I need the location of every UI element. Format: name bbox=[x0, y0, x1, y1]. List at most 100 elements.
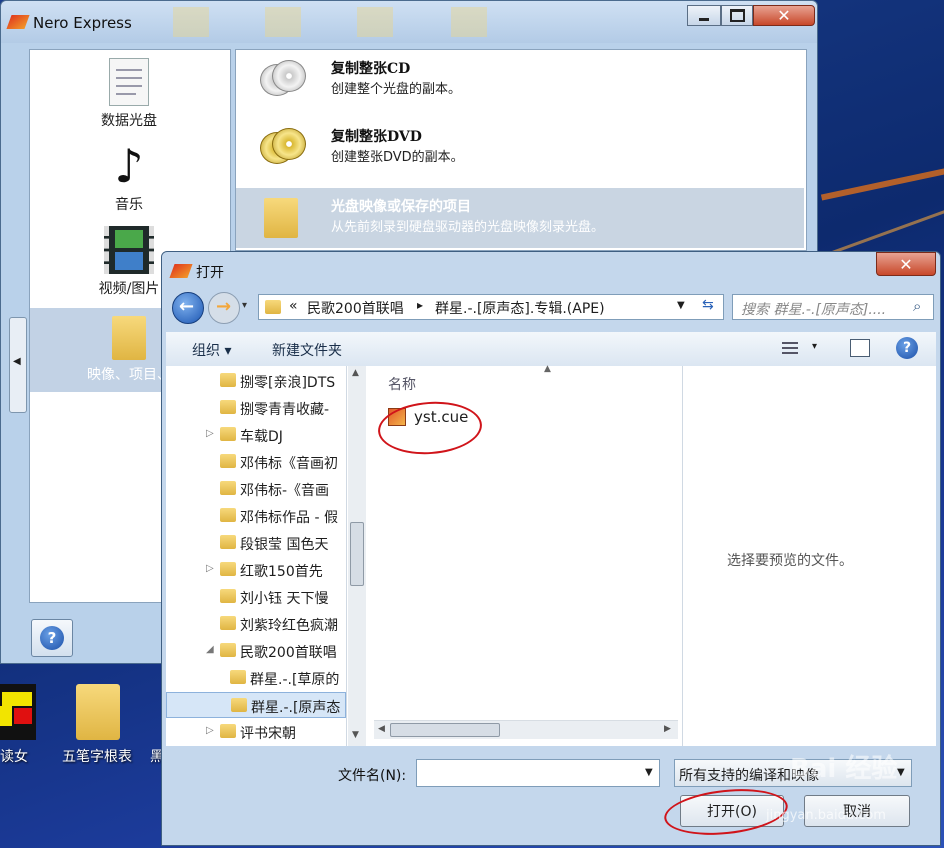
folder-icon bbox=[220, 508, 236, 522]
baidu-watermark: Bai 经验 bbox=[790, 754, 898, 784]
panel-scroll-button[interactable]: ◀ bbox=[9, 317, 27, 413]
folder-icon bbox=[220, 643, 236, 657]
tree-item-label: 捌零[亲浪]DTS bbox=[240, 375, 336, 391]
help-button[interactable]: ? bbox=[31, 619, 73, 657]
nero-logo-icon bbox=[6, 15, 30, 29]
close-button[interactable]: ✕ bbox=[753, 5, 815, 26]
search-input[interactable]: 搜索 群星.-.[原声态].... ⌕ bbox=[732, 294, 934, 320]
tree-item-label: 群星.-.[草原的 bbox=[250, 672, 340, 688]
desktop-wallpaper-streak bbox=[820, 165, 944, 201]
filename-label: 文件名(N): bbox=[338, 768, 407, 784]
open-dialog-icon bbox=[169, 264, 193, 278]
option-disc-image-project[interactable]: 光盘映像或保存的项目 从先前刻录到硬盘驱动器的光盘映像刻录光盘。 bbox=[236, 188, 804, 248]
organize-button[interactable]: 组织 ▾ bbox=[192, 340, 231, 360]
arrow-left-icon: ← bbox=[179, 296, 195, 317]
tree-item[interactable]: ▷ 车载DJ bbox=[166, 422, 346, 448]
view-dropdown-icon[interactable]: ▾ bbox=[812, 341, 817, 352]
desktop-icon-label: 读女 bbox=[0, 749, 28, 765]
breadcrumb-item-current[interactable]: 群星.-.[原声态].专辑.(APE) bbox=[435, 298, 605, 318]
preview-pane-icon[interactable] bbox=[850, 339, 870, 357]
cd-disc-icon bbox=[260, 60, 306, 96]
preview-pane: 选择要预览的文件。 bbox=[682, 366, 937, 746]
tree-item[interactable]: 群星.-.[草原的 bbox=[166, 665, 346, 691]
desktop-wallpaper-streak bbox=[823, 206, 944, 257]
filename-input[interactable]: ▼ bbox=[416, 759, 660, 787]
new-folder-button[interactable]: 新建文件夹 bbox=[272, 340, 342, 360]
tree-item[interactable]: 邓伟标作品 - 假 bbox=[166, 503, 346, 529]
option-copy-cd[interactable]: 复制整张CD 创建整个光盘的副本。 bbox=[236, 50, 804, 110]
minimize-button[interactable] bbox=[687, 5, 721, 26]
breadcrumb-separator[interactable]: ▸ bbox=[417, 298, 423, 312]
address-bar[interactable]: « 民歌200首联唱 ▸ 群星.-.[原声态].专辑.(APE) ▼ bbox=[258, 294, 724, 320]
arrow-down-icon: ▼ bbox=[352, 730, 359, 740]
back-button[interactable]: ← bbox=[172, 292, 204, 324]
tree-item[interactable]: ◢ 民歌200首联唱 bbox=[166, 638, 346, 664]
command-bar: 组织 ▾ 新建文件夹 ▾ ? bbox=[166, 332, 936, 367]
refresh-icon: ⇆ bbox=[702, 297, 714, 313]
tree-item[interactable]: 段银莹 国色天 bbox=[166, 530, 346, 556]
tree-item[interactable]: 刘紫玲红色疯潮 bbox=[166, 611, 346, 637]
tree-item[interactable]: 刘小钰 天下慢 bbox=[166, 584, 346, 610]
desktop-icon-wubi[interactable]: 五笔字根表 bbox=[58, 680, 144, 770]
chevron-down-icon: ▼ bbox=[897, 767, 905, 778]
dialog-title: 打开 bbox=[196, 265, 224, 281]
folder-icon bbox=[220, 454, 236, 468]
category-label: 视频/图片 bbox=[98, 281, 160, 297]
category-label: 音乐 bbox=[115, 197, 143, 213]
folder-icon bbox=[112, 316, 146, 360]
expand-arrow-icon[interactable]: ▷ bbox=[206, 725, 214, 736]
category-music[interactable]: ♪ 音乐 bbox=[30, 142, 228, 220]
folder-icon bbox=[264, 198, 298, 238]
tree-item[interactable]: 群星.-.[原声态 bbox=[166, 692, 346, 718]
file-list-horizontal-scrollbar[interactable]: ◀ ▶ bbox=[374, 720, 678, 739]
tree-item-label: 红歌150首先 bbox=[240, 564, 323, 580]
film-strip-icon bbox=[104, 226, 154, 274]
desktop-icon-reader[interactable]: 读女 bbox=[0, 684, 40, 765]
tree-item[interactable]: ▷ 红歌150首先 bbox=[166, 557, 346, 583]
breadcrumb-overflow[interactable]: « bbox=[289, 298, 298, 314]
folder-icon bbox=[220, 427, 236, 441]
tree-scrollbar[interactable]: ▲ ▼ bbox=[348, 366, 366, 746]
tree-item-label: 群星.-.[原声态 bbox=[251, 700, 341, 716]
scroll-thumb[interactable] bbox=[390, 723, 500, 737]
folder-icon bbox=[220, 589, 236, 603]
search-icon[interactable]: ⌕ bbox=[913, 297, 921, 315]
expand-arrow-icon[interactable]: ▷ bbox=[206, 428, 214, 439]
expand-arrow-icon[interactable]: ▷ bbox=[206, 563, 214, 574]
recent-locations-icon[interactable]: ▾ bbox=[242, 300, 247, 311]
expand-arrow-icon[interactable]: ◢ bbox=[206, 644, 214, 655]
tree-item[interactable]: 捌零青青收藏- bbox=[166, 395, 346, 421]
view-list-icon[interactable] bbox=[782, 340, 798, 356]
tree-item-label: 刘紫玲红色疯潮 bbox=[240, 618, 338, 634]
tree-item-label: 邓伟标-《音画 bbox=[240, 483, 330, 499]
tree-item[interactable]: 邓伟标《音画初 bbox=[166, 449, 346, 475]
dialog-close-button[interactable]: ✕ bbox=[876, 252, 936, 276]
option-copy-dvd[interactable]: 复制整张DVD 创建整张DVD的副本。 bbox=[236, 118, 804, 178]
refresh-button[interactable]: ⇆ bbox=[698, 294, 724, 320]
desktop-icon-label: 五笔字根表 bbox=[62, 749, 132, 765]
preview-message: 选择要预览的文件。 bbox=[727, 553, 853, 569]
category-data-disc[interactable]: 数据光盘 bbox=[30, 58, 228, 138]
folder-icon bbox=[220, 373, 236, 387]
tree-item[interactable]: ▷ 评书宋朝 bbox=[166, 719, 346, 745]
title-bar: Nero Express ✕ bbox=[1, 1, 817, 43]
folder-icon bbox=[230, 670, 246, 684]
chevron-down-icon[interactable]: ▼ bbox=[645, 767, 653, 778]
address-dropdown-icon[interactable]: ▼ bbox=[677, 300, 685, 311]
tree-item-label: 刘小钰 天下慢 bbox=[240, 591, 329, 607]
breadcrumb-item-parent[interactable]: 民歌200首联唱 bbox=[307, 298, 404, 318]
column-header-name[interactable]: 名称 bbox=[388, 374, 416, 394]
folder-icon bbox=[220, 481, 236, 495]
maximize-button[interactable] bbox=[721, 5, 753, 26]
tree-item-label: 车载DJ bbox=[240, 429, 283, 445]
tree-item[interactable]: 邓伟标-《音画 bbox=[166, 476, 346, 502]
option-title: 复制整张DVD bbox=[331, 129, 422, 145]
document-icon bbox=[109, 58, 149, 106]
forward-button[interactable]: → bbox=[208, 292, 240, 324]
tree-item[interactable]: 捌零[亲浪]DTS bbox=[166, 368, 346, 394]
option-description: 创建整个光盘的副本。 bbox=[331, 82, 462, 97]
scroll-thumb[interactable] bbox=[350, 522, 364, 586]
option-title: 复制整张CD bbox=[331, 61, 411, 77]
help-icon[interactable]: ? bbox=[896, 337, 918, 359]
tree-item-label: 邓伟标作品 - 假 bbox=[240, 510, 338, 526]
